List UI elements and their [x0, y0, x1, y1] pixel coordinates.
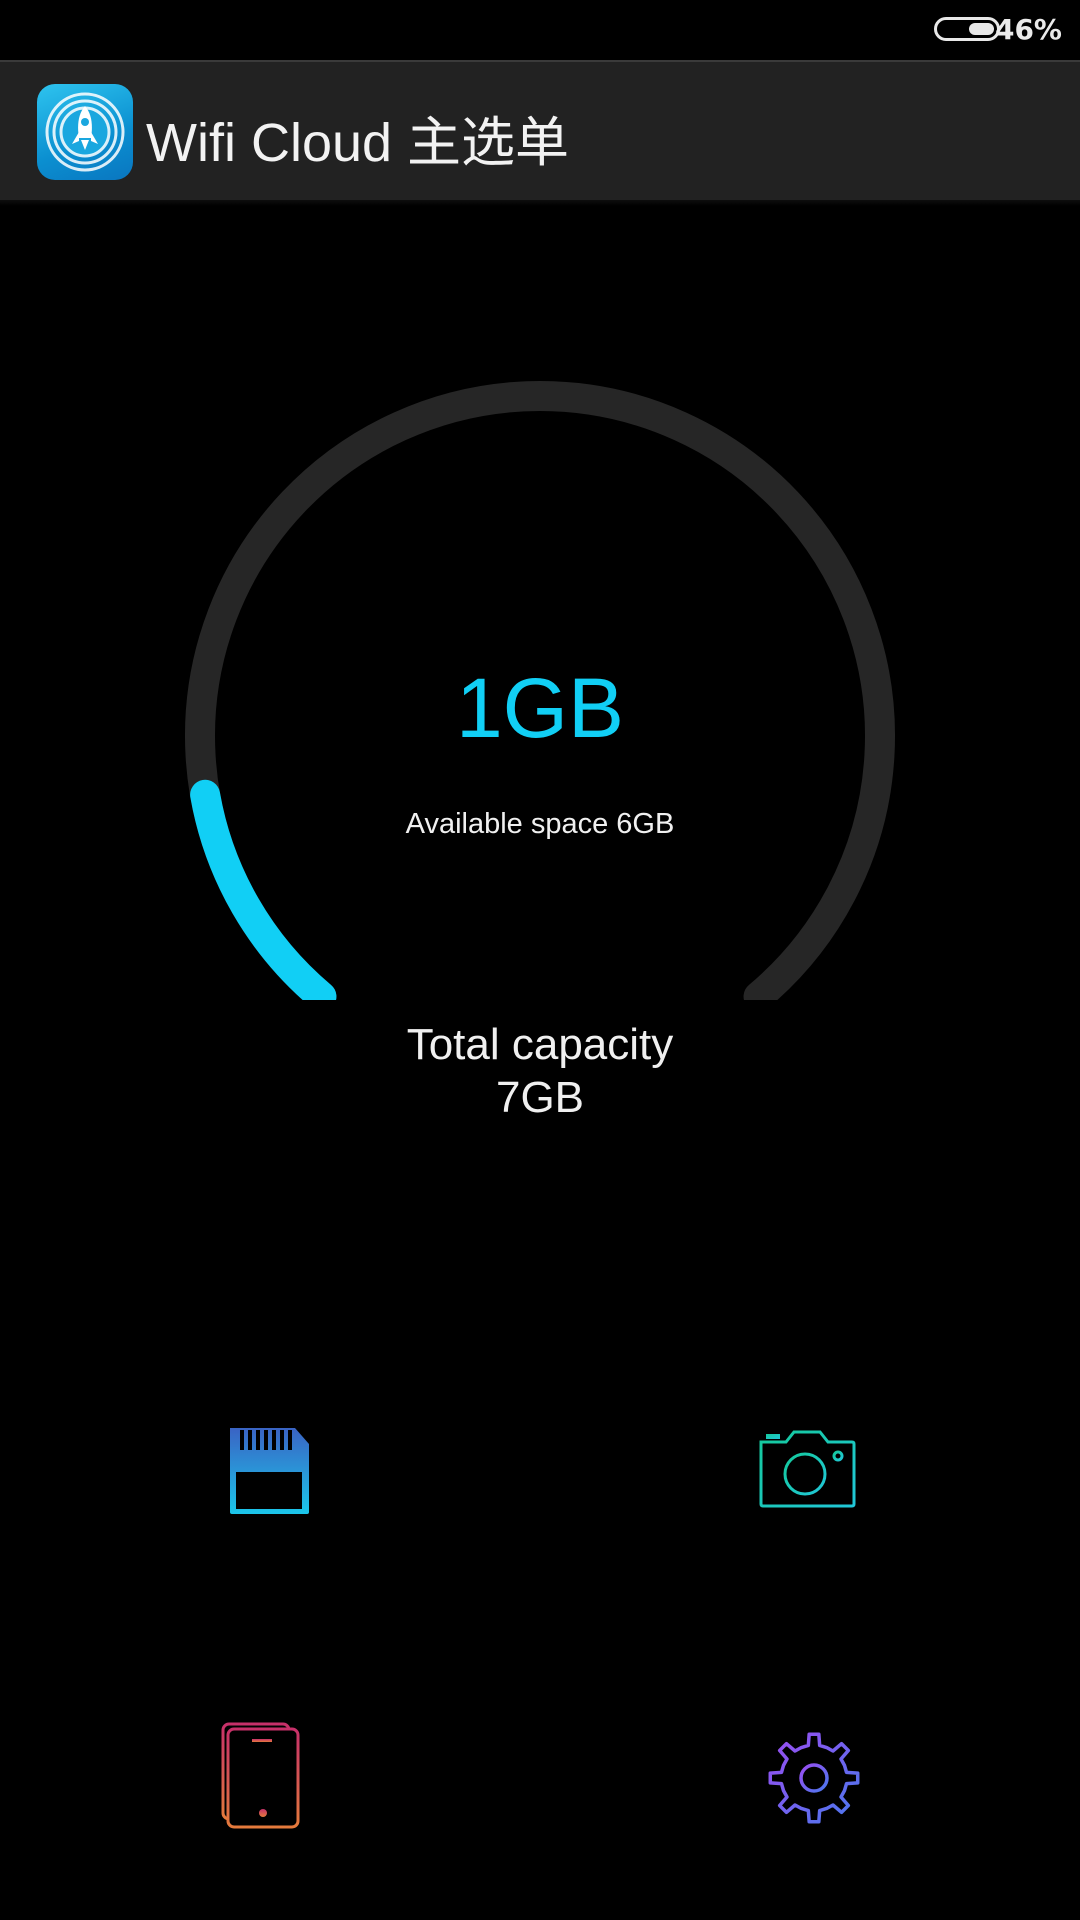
settings-button[interactable]	[734, 1698, 894, 1858]
gear-icon	[768, 1732, 860, 1824]
main-screen: 46% Wifi Cloud 主选单 1GB Available space 6…	[0, 0, 1080, 1920]
total-capacity-value: 7GB	[495, 1073, 585, 1122]
camera-button[interactable]	[726, 1390, 886, 1550]
total-capacity-label: Total capacity	[406, 1020, 674, 1069]
storage-gauge	[185, 381, 895, 1000]
sd-card-icon	[230, 1428, 309, 1514]
sd-card-button[interactable]	[190, 1390, 350, 1550]
camera-icon	[759, 1430, 856, 1508]
available-space-label: Available space 6GB	[405, 808, 675, 840]
used-storage-value: 1GB	[455, 661, 625, 755]
phone-icon	[221, 1722, 300, 1829]
phone-button[interactable]	[190, 1698, 350, 1858]
